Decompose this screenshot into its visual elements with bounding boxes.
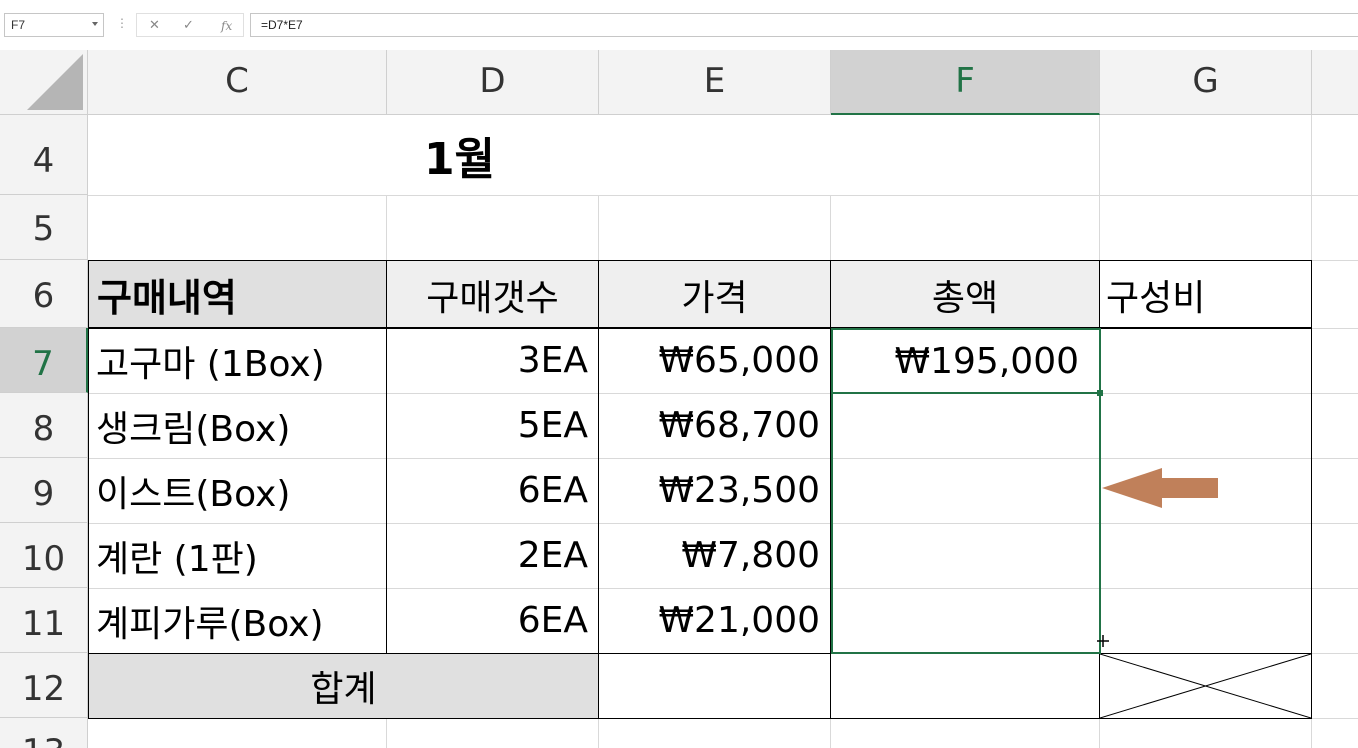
table-border bbox=[88, 327, 1312, 329]
table-border bbox=[88, 260, 89, 719]
header-ratio-cell[interactable]: 구성비 bbox=[1100, 261, 1311, 328]
column-header-f[interactable]: F bbox=[831, 50, 1100, 115]
item-qty-cell[interactable]: 3EA bbox=[387, 328, 598, 393]
left-arrow-shape[interactable] bbox=[1102, 466, 1220, 510]
column-header-g[interactable]: G bbox=[1100, 50, 1312, 115]
name-box[interactable]: F7 bbox=[4, 13, 104, 37]
column-header-c[interactable]: C bbox=[88, 50, 387, 115]
row-header-5[interactable]: 5 bbox=[0, 195, 88, 260]
item-qty-cell[interactable]: 5EA bbox=[387, 393, 598, 458]
table-border bbox=[88, 718, 1312, 719]
header-total-cell[interactable]: 총액 bbox=[831, 261, 1099, 328]
row-header-11[interactable]: 11 bbox=[0, 588, 88, 653]
table-border bbox=[386, 260, 387, 653]
table-border bbox=[1311, 260, 1312, 719]
item-price-cell[interactable]: ₩7,800 bbox=[599, 523, 830, 588]
row-header-13[interactable]: 13 bbox=[0, 718, 88, 748]
item-price-cell[interactable]: ₩23,500 bbox=[599, 458, 830, 523]
more-icon: ⋮ bbox=[116, 16, 128, 30]
gridline bbox=[88, 195, 1358, 196]
select-all-icon bbox=[27, 54, 83, 110]
select-all-corner[interactable] bbox=[0, 50, 88, 115]
item-name-cell[interactable]: 이스트(Box) bbox=[88, 458, 386, 523]
formula-input[interactable]: =D7*E7 bbox=[250, 13, 1358, 37]
item-price-cell[interactable]: ₩68,700 bbox=[599, 393, 830, 458]
title-cell[interactable]: 1월 bbox=[88, 115, 831, 195]
row-header-8[interactable]: 8 bbox=[0, 393, 88, 458]
fx-icon[interactable]: fx bbox=[221, 19, 232, 33]
column-header-h[interactable] bbox=[1312, 50, 1358, 115]
item-name-cell[interactable]: 계피가루(Box) bbox=[88, 588, 386, 653]
header-price-cell[interactable]: 가격 bbox=[599, 261, 830, 328]
item-name-cell[interactable]: 계란 (1판) bbox=[88, 523, 386, 588]
row-header-10[interactable]: 10 bbox=[0, 523, 88, 588]
item-name-cell[interactable]: 고구마 (1Box) bbox=[88, 328, 386, 393]
name-box-value: F7 bbox=[11, 18, 26, 32]
formula-bar: F7 ⋮ ✕ ✓ fx =D7*E7 bbox=[0, 0, 1358, 50]
item-qty-cell[interactable]: 6EA bbox=[387, 588, 598, 653]
row-header-7[interactable]: 7 bbox=[0, 328, 88, 393]
column-header-e[interactable]: E bbox=[599, 50, 831, 115]
fill-handle[interactable] bbox=[1097, 390, 1103, 396]
table-border bbox=[88, 260, 1312, 261]
item-name-cell[interactable]: 생크림(Box) bbox=[88, 393, 386, 458]
formula-buttons: ✕ ✓ fx bbox=[136, 13, 244, 37]
enter-icon[interactable]: ✓ bbox=[183, 18, 194, 33]
row-header-9[interactable]: 9 bbox=[0, 458, 88, 523]
dropdown-arrow-icon[interactable] bbox=[92, 22, 98, 26]
item-price-cell[interactable]: ₩65,000 bbox=[599, 328, 830, 393]
row-header-12[interactable]: 12 bbox=[0, 653, 88, 718]
item-qty-cell[interactable]: 6EA bbox=[387, 458, 598, 523]
header-qty-cell[interactable]: 구매갯수 bbox=[387, 261, 598, 328]
table-border bbox=[598, 260, 599, 719]
item-price-cell[interactable]: ₩21,000 bbox=[599, 588, 830, 653]
sum-label-cell[interactable]: 합계 bbox=[89, 654, 598, 718]
row-header-6[interactable]: 6 bbox=[0, 260, 88, 328]
diagonal-cross-shape bbox=[1100, 654, 1311, 718]
fill-cursor-icon bbox=[1097, 635, 1109, 647]
cancel-icon[interactable]: ✕ bbox=[149, 18, 160, 33]
row-header-4[interactable]: 4 bbox=[0, 115, 88, 195]
item-qty-cell[interactable]: 2EA bbox=[387, 523, 598, 588]
header-item-cell[interactable]: 구매내역 bbox=[89, 261, 386, 328]
total-cell[interactable]: ₩195,000 bbox=[833, 330, 1099, 392]
column-header-d[interactable]: D bbox=[387, 50, 599, 115]
